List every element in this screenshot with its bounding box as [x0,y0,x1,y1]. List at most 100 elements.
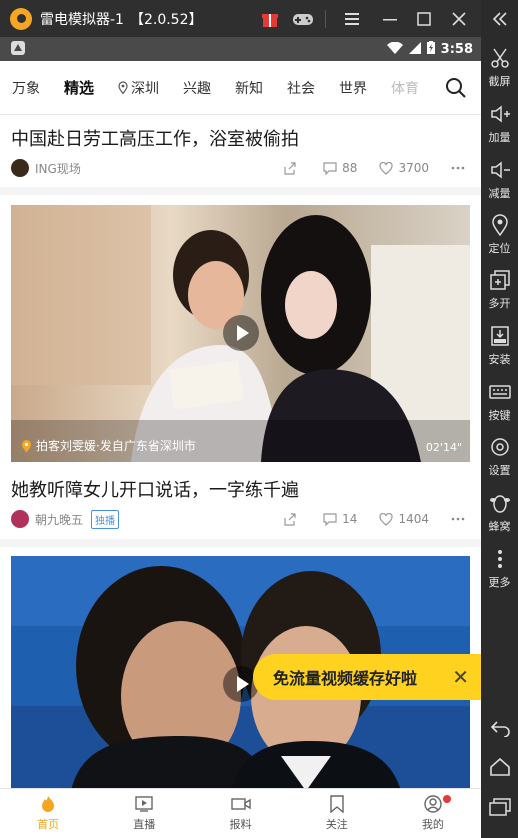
notification-badge [443,795,452,803]
emulator-logo-icon [10,7,32,30]
avatar[interactable] [11,159,29,177]
tab-channel[interactable]: 万象 [12,78,40,98]
article-title[interactable]: 她教听障女儿开口说话，一字练千遍 [0,476,299,502]
tab-home[interactable]: 首页 [0,789,96,838]
comment-icon [323,512,337,526]
comment-count: 14 [342,512,358,526]
more-icon [488,547,512,571]
more-options-icon[interactable] [451,517,470,521]
author-name[interactable]: ING现场 [35,160,81,177]
feed-card[interactable]: 中国赴日劳工高压工作，浴室被偷拍 ING现场 88 3700 [0,115,481,187]
sidebar-item-beehive[interactable]: 蜂窝 [481,489,518,545]
sidebar-item-screenshot[interactable]: 截屏 [481,44,518,100]
profile-icon [424,795,442,813]
sidebar-item-more[interactable]: 更多 [481,545,518,601]
channel-tabs: 万象 精选 深圳 兴趣 新知 社会 世界 体育 [0,61,481,115]
video-duration: 02'14" [425,441,462,454]
tab-channel[interactable]: 社会 [287,78,315,98]
beehive-icon [488,491,512,515]
tab-report[interactable]: 报料 [192,789,288,838]
cache-ready-toast: 免流量视频缓存好啦 ✕ [253,654,481,700]
sidebar-item-label: 设置 [488,464,511,477]
tab-channel[interactable]: 兴趣 [183,78,211,98]
apk-install-icon [488,324,512,348]
close-icon[interactable] [446,6,472,32]
signal-icon [408,41,421,57]
location-pin-icon [118,81,128,94]
gift-icon[interactable] [257,6,283,32]
minimize-icon[interactable] [377,6,403,32]
menu-icon[interactable] [339,6,365,32]
battery-icon [426,41,435,57]
volume-down-icon [488,158,512,182]
collapse-sidebar-icon[interactable] [481,4,518,34]
more-options-icon[interactable] [451,166,470,170]
location-text: 拍客刘雯媛·发自广东省深圳市 [36,439,196,453]
sidebar-item-label: 减量 [488,187,511,200]
tab-channel-active[interactable]: 精选 [64,77,94,98]
tab-channel[interactable]: 体育 [391,78,419,98]
like-button[interactable]: 3700 [379,161,429,175]
tab-label: 关注 [325,818,348,831]
sidebar-item-settings[interactable]: 设置 [481,433,518,489]
scissors-icon [488,46,512,70]
comment-count: 88 [342,161,358,175]
video-camera-icon [230,798,251,810]
home-flame-icon [42,796,55,812]
sidebar-item-volume-up[interactable]: 加量 [481,100,518,156]
article-meta: 朝九晚五 独播 14 1404 [11,508,470,530]
close-icon[interactable]: ✕ [452,665,469,689]
tab-channel[interactable]: 新知 [235,78,263,98]
tab-channel-label: 深圳 [131,80,160,97]
emulator-app-name: 雷电模拟器-1 [40,11,124,28]
live-tv-icon [135,796,153,812]
sidebar-item-label: 蜂窝 [488,520,511,533]
sidebar-item-label: 多开 [488,297,511,310]
search-icon[interactable] [445,77,467,99]
tab-channel-location[interactable]: 深圳 [118,78,159,98]
sidebar-item-keymap[interactable]: 按键 [481,378,518,434]
heart-icon [379,161,394,175]
tab-label: 报料 [229,818,252,831]
emulator-version: 【2.0.52】 [129,11,203,28]
share-icon[interactable] [283,161,301,175]
keyboard-icon [488,380,512,404]
maximize-icon[interactable] [411,6,437,32]
wifi-icon [386,41,403,57]
sidebar-item-multi-instance[interactable]: 多开 [481,266,518,322]
emulator-sidebar: 截屏 加量 减量 定位 多开 安装 按键 设置 蜂窝 更多 [481,0,518,838]
tab-follow[interactable]: 关注 [289,789,385,838]
sidebar-item-volume-down[interactable]: 减量 [481,156,518,212]
play-button[interactable] [223,315,259,351]
video-location: 拍客刘雯媛·发自广东省深圳市 [21,437,196,454]
avatar[interactable] [11,510,29,528]
phone-screen: 3:58 万象 精选 深圳 兴趣 新知 社会 世界 体育 中国赴日劳工高压工作，… [0,37,481,838]
sidebar-item-install-apk[interactable]: 安装 [481,322,518,378]
tab-me[interactable]: 我的 [385,789,481,838]
sidebar-item-label: 加量 [488,131,511,144]
gamepad-icon[interactable] [290,6,316,32]
home-icon[interactable] [481,752,518,782]
share-icon[interactable] [283,512,301,526]
author-name[interactable]: 朝九晚五 [35,511,83,528]
android-status-bar: 3:58 [0,37,481,61]
like-button[interactable]: 1404 [379,512,429,526]
back-icon[interactable] [481,713,518,743]
sidebar-item-label: 截屏 [488,75,511,88]
video-thumbnail[interactable]: 拍客刘雯媛·发自广东省深圳市 02'14" [11,205,470,462]
gear-icon [488,435,512,459]
feed-card[interactable]: 拍客刘雯媛·发自广东省深圳市 02'14" 她教听障女儿开口说话，一字练千遍 朝… [0,195,481,539]
multi-instance-icon [488,268,512,292]
sidebar-item-location[interactable]: 定位 [481,211,518,267]
comment-button[interactable]: 88 [323,161,357,175]
status-time: 3:58 [440,41,473,57]
tab-channel[interactable]: 世界 [339,78,367,98]
location-icon [488,213,512,237]
recent-apps-icon[interactable] [481,792,518,822]
article-title[interactable]: 中国赴日劳工高压工作，浴室被偷拍 [0,125,299,151]
tab-label: 直播 [133,818,156,831]
comment-button[interactable]: 14 [323,512,357,526]
tab-live[interactable]: 直播 [96,789,192,838]
comment-icon [323,161,337,175]
toast-message: 免流量视频缓存好啦 [273,669,418,688]
